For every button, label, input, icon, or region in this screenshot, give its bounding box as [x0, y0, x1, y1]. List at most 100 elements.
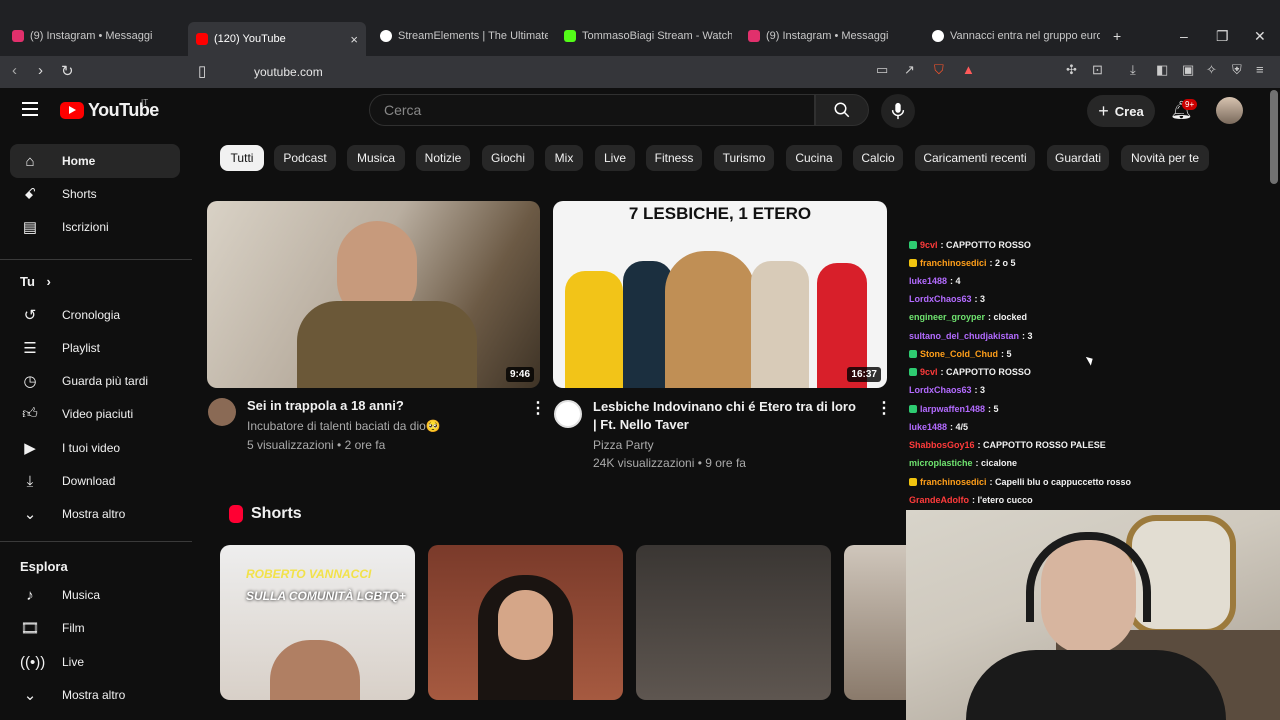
- download-browser-icon[interactable]: ⤓: [1130, 62, 1136, 78]
- sidebar-item-history[interactable]: ↺ Cronologia: [10, 298, 180, 332]
- shorts-icon: ꗃ: [24, 185, 36, 203]
- browser-tab[interactable]: StreamElements | The Ultimate S: [372, 22, 548, 50]
- rewards-icon[interactable]: ▲: [962, 62, 975, 77]
- chip-cucina[interactable]: Cucina: [786, 145, 842, 171]
- voice-search-button[interactable]: [881, 94, 915, 128]
- sidebar-item-label: Home: [62, 154, 96, 168]
- video-title[interactable]: Sei in trappola a 18 anni?: [247, 397, 517, 415]
- reload-icon[interactable]: ↻: [61, 62, 74, 80]
- microphone-icon: [891, 102, 905, 120]
- page-scrollbar[interactable]: [1270, 90, 1278, 184]
- vpn-icon[interactable]: ⛨: [1232, 62, 1242, 78]
- browser-tab[interactable]: TommasoBiagi Stream - Watch L: [556, 22, 732, 50]
- short-card[interactable]: ROBERTO VANNACCI SULLA COMUNITÀ LGBTQ+: [220, 545, 415, 700]
- youtube-icon: [196, 33, 208, 45]
- url-field[interactable]: youtube.com: [224, 60, 864, 84]
- search-button[interactable]: [815, 94, 869, 126]
- channel-name[interactable]: Pizza Party: [593, 436, 654, 454]
- screenshot-icon[interactable]: ⊡: [1092, 62, 1103, 78]
- shorts-title: Shorts: [251, 505, 302, 522]
- badge-icon: [909, 478, 917, 486]
- create-button[interactable]: + Crea: [1087, 95, 1155, 127]
- tab-close-icon[interactable]: ×: [350, 32, 358, 47]
- bookmark-icon[interactable]: ▯: [198, 62, 206, 80]
- video-duration: 16:37: [847, 367, 881, 382]
- sidebar-item-show-more[interactable]: ⌄ Mostra altro: [10, 497, 180, 531]
- tab-title: TommasoBiagi Stream - Watch L: [582, 30, 732, 42]
- tab-title: StreamElements | The Ultimate S: [398, 30, 548, 42]
- sidebar-item-live[interactable]: ((•)) Live: [10, 645, 180, 679]
- chip-giochi[interactable]: Giochi: [482, 145, 534, 171]
- video-thumbnail[interactable]: 9:46: [207, 201, 540, 388]
- chat-message: 9cvl: CAPPOTTO ROSSO: [909, 367, 1031, 377]
- sidebar-item-show-more[interactable]: ⌄ Mostra altro: [10, 678, 180, 712]
- chat-message: engineer_groyper: clocked: [909, 312, 1028, 322]
- chevron-down-icon: ⌄: [23, 687, 37, 704]
- chip-guardati[interactable]: Guardati: [1047, 145, 1109, 171]
- leo-icon[interactable]: ✧: [1206, 62, 1217, 78]
- cast-icon[interactable]: ▭: [876, 62, 888, 78]
- more-options-icon[interactable]: ⋮: [876, 398, 892, 418]
- share-icon[interactable]: ↗: [904, 62, 915, 78]
- avatar[interactable]: [1216, 97, 1243, 124]
- short-card[interactable]: [428, 545, 623, 700]
- sidebar-item-home[interactable]: ⌂ Home: [10, 144, 180, 178]
- back-icon[interactable]: ‹: [12, 62, 17, 79]
- maximize-icon[interactable]: ❐: [1216, 28, 1229, 45]
- video-thumbnail[interactable]: 7 LESBICHE, 1 ETERO 16:37: [553, 201, 887, 388]
- sidebar-toggle-icon[interactable]: ◧: [1156, 62, 1168, 78]
- streamelements-icon: [380, 30, 392, 42]
- brave-shield-icon[interactable]: ⛉: [934, 62, 944, 78]
- sidebar-item-your-videos[interactable]: ▶ I tuoi video: [10, 431, 180, 465]
- more-options-icon[interactable]: ⋮: [530, 398, 546, 418]
- thumbnail-person: [751, 261, 809, 388]
- browser-tab[interactable]: Vannacci entra nel gruppo euro: [924, 22, 1100, 50]
- sidebar-item-liked-videos[interactable]: 👍︎ Video piaciuti: [10, 397, 180, 431]
- chip-mix[interactable]: Mix: [545, 145, 583, 171]
- sidebar-section-you[interactable]: Tu ›: [20, 274, 51, 289]
- sidebar-item-shorts[interactable]: ꗃ Shorts: [10, 177, 180, 211]
- sidebar-item-watch-later[interactable]: ◷ Guarda più tardi: [10, 364, 180, 398]
- chip-novita-per-te[interactable]: Novità per te: [1121, 145, 1209, 171]
- sidebar-item-music[interactable]: ♪ Musica: [10, 578, 180, 612]
- chip-turismo[interactable]: Turismo: [714, 145, 774, 171]
- hamburger-menu-icon[interactable]: [22, 102, 38, 116]
- new-tab-button[interactable]: +: [1113, 28, 1121, 44]
- sidebar-item-film[interactable]: 🎞︎ Film: [10, 611, 180, 645]
- sidebar-item-playlist[interactable]: ☰ Playlist: [10, 331, 180, 365]
- video-title[interactable]: Lesbiche Indovinano chi é Etero tra di l…: [593, 398, 863, 434]
- home-icon: ⌂: [25, 152, 35, 170]
- tab-title: (9) Instagram • Messaggi: [30, 30, 153, 42]
- short-caption: SULLA COMUNITÀ LGBTQ+: [246, 589, 406, 603]
- channel-avatar[interactable]: [554, 400, 582, 428]
- chip-notizie[interactable]: Notizie: [416, 145, 470, 171]
- browser-tab[interactable]: (9) Instagram • Messaggi: [740, 22, 916, 50]
- extensions-icon[interactable]: ✣: [1066, 62, 1077, 78]
- chip-fitness[interactable]: Fitness: [646, 145, 702, 171]
- sidebar-item-download[interactable]: ⤓ Download: [10, 464, 180, 498]
- wallet-icon[interactable]: ▣: [1182, 62, 1194, 78]
- video-duration: 9:46: [505, 367, 534, 382]
- chip-calcio[interactable]: Calcio: [853, 145, 903, 171]
- chip-musica[interactable]: Musica: [347, 145, 405, 171]
- sidebar-item-subscriptions[interactable]: ▤ Iscrizioni: [10, 210, 180, 244]
- webcam-overlay: [906, 510, 1280, 720]
- chip-tutti[interactable]: Tutti: [220, 145, 264, 171]
- short-card[interactable]: [636, 545, 831, 700]
- minimize-icon[interactable]: –: [1180, 28, 1188, 44]
- channel-name[interactable]: Incubatore di talenti baciati da dio🥺: [247, 417, 441, 435]
- forward-icon[interactable]: ›: [38, 62, 43, 79]
- close-window-icon[interactable]: ✕: [1254, 28, 1266, 45]
- search-input[interactable]: Cerca: [369, 94, 815, 126]
- chat-message: Stone_Cold_Chud: 5: [909, 349, 1012, 359]
- channel-avatar[interactable]: [208, 398, 236, 426]
- chip-caricamenti-recenti[interactable]: Caricamenti recenti: [915, 145, 1035, 171]
- short-card[interactable]: [844, 545, 906, 700]
- browser-tab-active[interactable]: (120) YouTube ×: [188, 22, 366, 56]
- menu-icon[interactable]: ≡: [1256, 62, 1264, 77]
- chip-live[interactable]: Live: [595, 145, 635, 171]
- browser-tab[interactable]: (9) Instagram • Messaggi: [4, 22, 186, 50]
- chip-podcast[interactable]: Podcast: [274, 145, 336, 171]
- google-icon: [932, 30, 944, 42]
- streamer-hoodie: [966, 650, 1226, 720]
